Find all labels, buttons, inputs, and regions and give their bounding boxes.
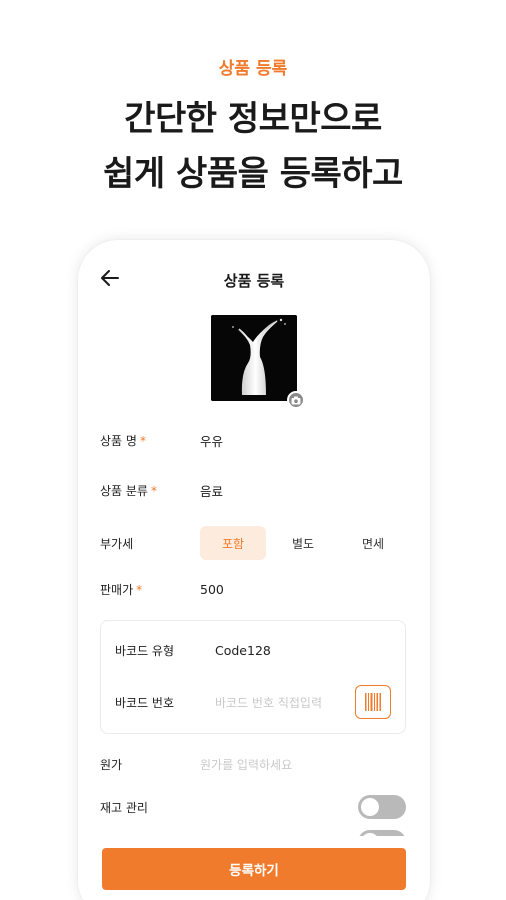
- price-label: 판매가 *: [100, 582, 143, 597]
- barcode-type-label: 바코드 유형: [115, 643, 175, 658]
- product-photo: [211, 315, 297, 401]
- product-name-input[interactable]: 우유: [200, 431, 223, 450]
- barcode-scan-button[interactable]: [355, 685, 391, 719]
- cost-input[interactable]: 원가를 입력하세요: [200, 756, 292, 773]
- cost-row[interactable]: 원가 원가를 입력하세요: [100, 752, 410, 776]
- inventory-toggle[interactable]: [358, 795, 406, 819]
- promo-headline-line1: 간단한 정보만으로: [124, 99, 382, 139]
- screen-title: 상품 등록: [223, 272, 285, 290]
- required-mark: *: [139, 433, 146, 448]
- price-row[interactable]: 판매가 * 500: [100, 577, 410, 601]
- app-header: 상품 등록: [78, 240, 430, 320]
- vat-option-separate[interactable]: 별도: [270, 526, 336, 560]
- product-name-row[interactable]: 상품 명 * 우유: [100, 428, 410, 452]
- product-photo-area[interactable]: [211, 315, 305, 409]
- promo-headline: 간단한 정보만으로 쉽게 상품을 등록하고: [0, 92, 506, 202]
- category-select[interactable]: 음료: [200, 481, 223, 500]
- promo-tag: 상품 등록: [218, 59, 288, 79]
- product-name-label: 상품 명 *: [100, 433, 146, 448]
- required-mark: *: [136, 582, 143, 597]
- inventory-label: 재고 관리: [100, 800, 148, 815]
- barcode-type-row[interactable]: 바코드 유형 Code128: [115, 633, 395, 667]
- cost-label: 원가: [100, 757, 123, 772]
- vat-row: 부가세 포함 별도 면세: [100, 526, 410, 560]
- vat-option-exempt[interactable]: 면세: [340, 526, 406, 560]
- price-input[interactable]: 500: [200, 582, 224, 597]
- category-label: 상품 분류 *: [100, 483, 157, 498]
- category-row[interactable]: 상품 분류 * 음료: [100, 478, 410, 502]
- promo-headline-line2: 쉽게 상품을 등록하고: [103, 154, 403, 194]
- vat-options: 포함 별도 면세: [200, 526, 410, 560]
- barcode-number-label: 바코드 번호: [115, 695, 175, 710]
- submit-button[interactable]: 등록하기: [102, 848, 406, 890]
- barcode-number-input[interactable]: 바코드 번호 직접입력: [215, 694, 322, 711]
- camera-icon: [291, 396, 301, 404]
- barcode-number-row: 바코드 번호 바코드 번호 직접입력: [115, 685, 395, 719]
- barcode-section: 바코드 유형 Code128 바코드 번호 바코드 번호 직접입력: [100, 620, 406, 734]
- phone-mockup: 상품 등록 상품 명 * 우유 상품 분류 * 음료 부가세 포함 별도 면세 …: [78, 240, 430, 900]
- vat-option-included[interactable]: 포함: [200, 526, 266, 560]
- barcode-scan-icon: [365, 693, 381, 711]
- camera-button[interactable]: [287, 391, 305, 409]
- vat-label: 부가세: [100, 536, 134, 551]
- required-mark: *: [150, 483, 157, 498]
- barcode-type-select[interactable]: Code128: [215, 643, 271, 658]
- toggle-knob: [361, 798, 379, 816]
